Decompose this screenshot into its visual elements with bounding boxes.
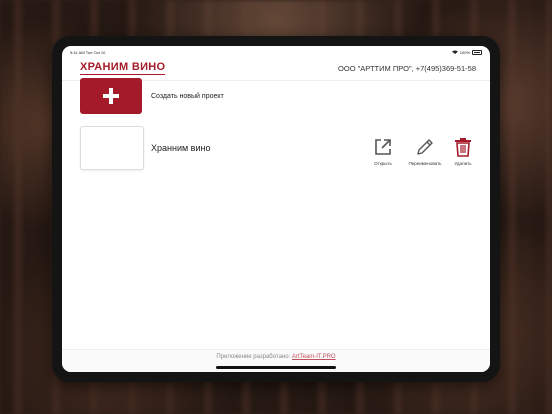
create-project-button[interactable] [80,78,142,114]
app-screen: 9:41 AM Tue Oct 10 100% ХРАНИМ ВИНО ООО … [62,46,490,372]
rename-project-label: Переименовать [408,161,442,166]
footer-text: Приложение разработано: [216,354,291,360]
delete-project-label: Удалить [454,161,472,166]
plus-icon [103,88,119,104]
project-thumbnail[interactable] [80,126,144,170]
developer-link[interactable]: ArtTeam-IT.PRO [292,354,336,360]
battery-icon [472,50,482,55]
create-project-label[interactable]: Создать новый проект [151,93,224,100]
open-external-icon [375,139,391,155]
pencil-icon [417,139,433,155]
battery-percent: 100% [459,50,470,55]
wifi-icon [451,50,458,55]
company-contact: ООО "АРТТИМ ПРО", +7(495)369-51-58 [338,64,476,73]
open-project-button[interactable]: Открыть [363,136,403,166]
project-name[interactable]: Хранним вино [151,143,210,153]
status-time-text: 9:41 AM [70,50,85,55]
open-project-label: Открыть [374,161,392,166]
home-indicator[interactable] [216,366,336,369]
brand-title[interactable]: ХРАНИМ ВИНО [80,61,166,75]
tablet-frame: 9:41 AM Tue Oct 10 100% ХРАНИМ ВИНО ООО … [52,36,500,382]
status-indicators: 100% [451,50,482,55]
delete-project-button[interactable]: Удалить [443,136,483,166]
app-footer: Приложение разработано: ArtTeam-IT.PRO [62,349,490,372]
rename-project-button[interactable]: Переименовать [405,136,445,166]
status-date-text: Tue Oct 10 [85,50,106,55]
status-time: 9:41 AM Tue Oct 10 [70,50,105,55]
trash-icon [455,138,471,157]
